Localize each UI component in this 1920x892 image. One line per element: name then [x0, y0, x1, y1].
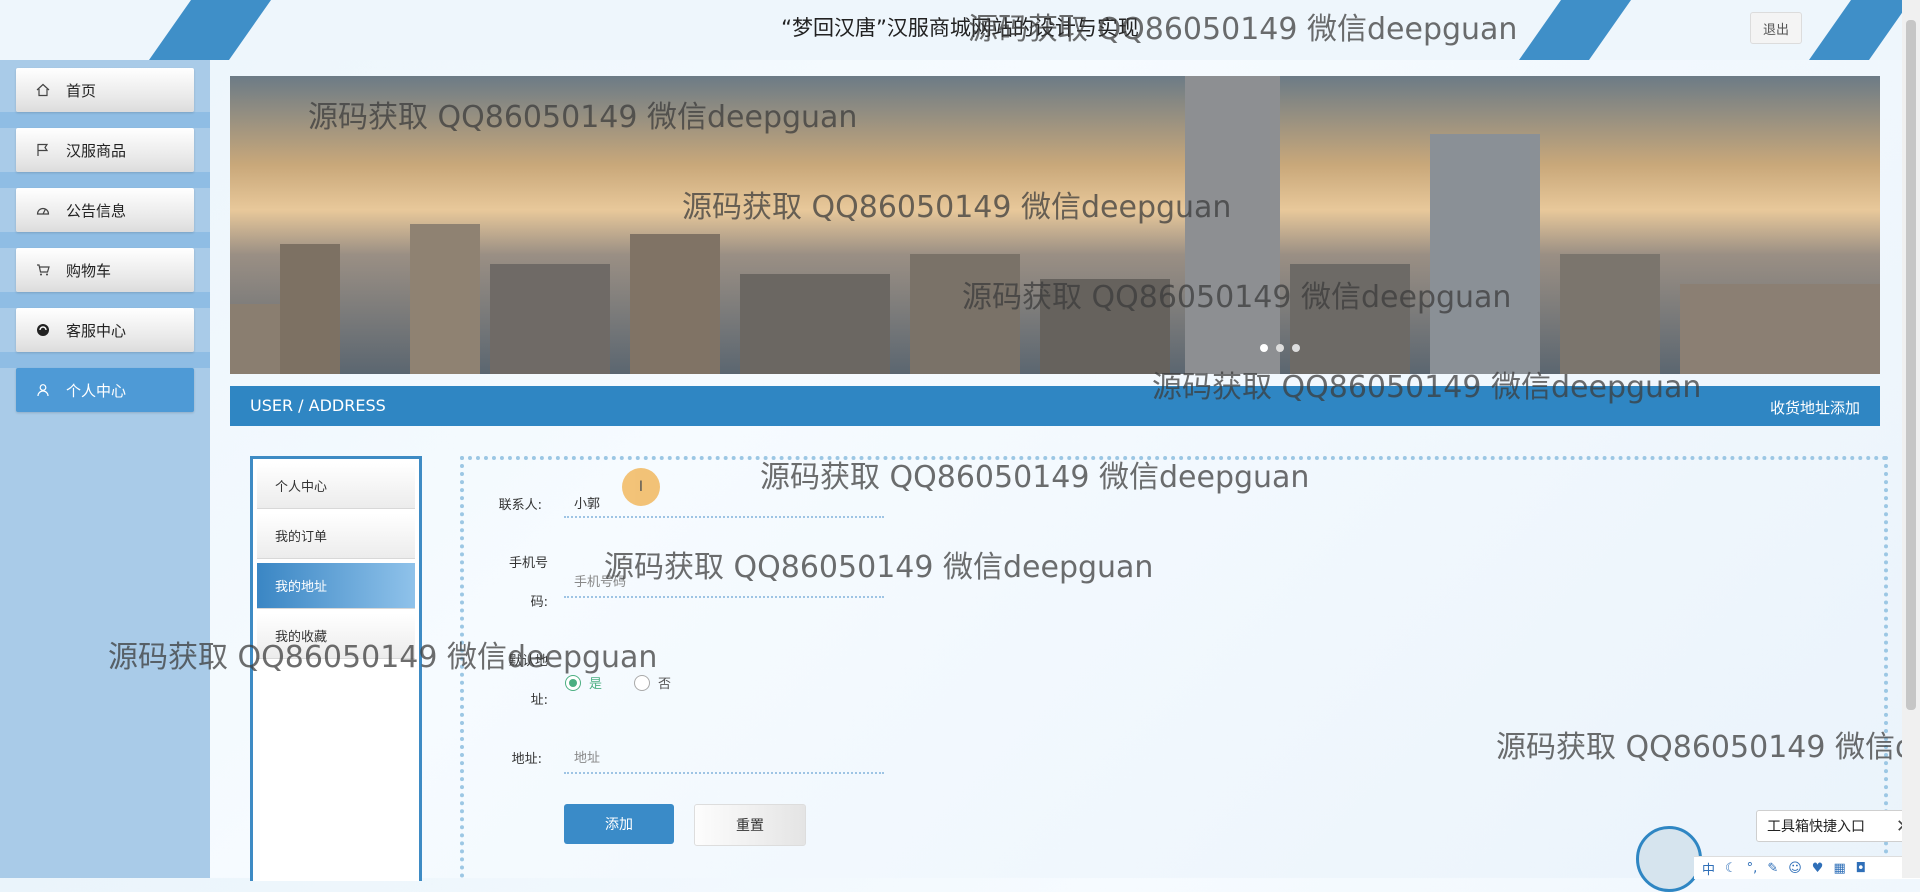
carousel-dot[interactable]	[1292, 344, 1300, 352]
ime-language-indicator[interactable]: 中	[1702, 859, 1715, 878]
banner-building	[1680, 284, 1880, 374]
radio-label: 否	[658, 677, 672, 692]
skin-icon[interactable]: ♥	[1812, 861, 1824, 876]
contact-label: 联系人:	[498, 498, 542, 513]
watermark: 源码获取 QQ86050149 微信deepguan	[1152, 370, 1702, 405]
lock-icon[interactable]: ◘	[1856, 861, 1866, 876]
banner-building	[740, 274, 890, 374]
sidebar-item-label: 公告信息	[66, 201, 127, 220]
service-icon	[34, 321, 52, 339]
default-label-line2: 址:	[530, 693, 548, 708]
toolbox-shortcut[interactable]: 工具箱快捷入口 ✕	[1756, 810, 1918, 842]
logout-button[interactable]: 退出	[1750, 12, 1802, 44]
menu-item-profile[interactable]: 个人中心	[257, 463, 415, 509]
address-form	[460, 456, 1888, 878]
moon-icon[interactable]: ☾	[1725, 861, 1737, 876]
sidebar-item-label: 汉服商品	[66, 141, 127, 160]
watermark: 源码获取 QQ86050149 微信deepguan	[604, 550, 1154, 585]
sidebar-divider	[0, 232, 210, 248]
sidebar-item-label: 购物车	[66, 261, 112, 280]
emoji-icon[interactable]: ☺	[1788, 861, 1802, 876]
banner-building	[630, 234, 720, 374]
address-label: 地址:	[511, 752, 542, 767]
radio-circle	[565, 674, 581, 691]
sidebar-divider	[0, 292, 210, 308]
carousel-indicators[interactable]	[1260, 344, 1300, 352]
reset-button[interactable]: 重置	[694, 804, 806, 846]
banner-building	[280, 244, 340, 374]
punctuation-icon[interactable]: °,	[1747, 861, 1758, 876]
watermark: 源码获取 QQ86050149 微信deepguan	[682, 190, 1232, 225]
wrench-icon[interactable]: ✎	[1767, 861, 1778, 876]
phone-label-line2: 码:	[530, 595, 548, 610]
carousel-dot[interactable]	[1260, 344, 1268, 352]
toolbox-label: 工具箱快捷入口	[1767, 819, 1865, 835]
phone-label: 手机号 码:	[470, 552, 548, 610]
carousel-dot[interactable]	[1276, 344, 1284, 352]
watermark: 源码获取 QQ86050149 微信deepguan	[1496, 730, 1902, 765]
sidebar-item-label: 个人中心	[66, 381, 127, 400]
grid-icon[interactable]: ▦	[1833, 861, 1845, 876]
address-input[interactable]	[564, 744, 884, 774]
text-cursor-indicator: I	[622, 468, 660, 506]
sidebar-item-cart[interactable]: 购物车	[16, 248, 194, 292]
add-button[interactable]: 添加	[564, 804, 674, 844]
scrollbar-thumb[interactable]	[1906, 20, 1916, 710]
sidebar-divider	[0, 352, 210, 368]
sidebar	[0, 60, 210, 878]
assistant-robot-icon[interactable]	[1636, 826, 1702, 892]
page-scrollbar[interactable]	[1902, 0, 1920, 878]
ime-toolbar[interactable]: 中 ☾ °, ✎ ☺ ♥ ▦ ◘	[1694, 856, 1920, 879]
watermark: 源码获取 QQ86050149 微信deepguan	[308, 100, 858, 135]
phone-label-line1: 手机号	[508, 556, 548, 571]
menu-item-address[interactable]: 我的地址	[257, 563, 415, 609]
sidebar-item-products[interactable]: 汉服商品	[16, 128, 194, 172]
watermark: 源码获取 QQ86050149 微信deepguan	[962, 280, 1512, 315]
site-title: “梦回汉唐”汉服商城网站的设计与实现	[781, 16, 1139, 40]
sidebar-item-notices[interactable]: 公告信息	[16, 188, 194, 232]
radio-circle	[634, 674, 650, 691]
sidebar-divider	[0, 112, 210, 128]
sidebar-item-home[interactable]: 首页	[16, 68, 194, 112]
watermark: 源码获取 QQ86050149 微信deepguan	[108, 640, 658, 675]
dashboard-icon	[34, 201, 52, 219]
cart-icon	[34, 261, 52, 279]
banner-tower	[1430, 134, 1540, 374]
menu-item-orders[interactable]: 我的订单	[257, 513, 415, 559]
sidebar-item-label: 首页	[66, 81, 97, 100]
user-icon	[34, 381, 52, 399]
watermark: 源码获取 QQ86050149 微信deepguan	[968, 12, 1518, 47]
watermark: 源码获取 QQ86050149 微信deepguan	[760, 460, 1310, 495]
sidebar-item-label: 客服中心	[66, 321, 127, 340]
breadcrumb: USER / ADDRESS	[250, 396, 386, 415]
sidebar-item-profile[interactable]: 个人中心	[16, 368, 194, 412]
sidebar-item-service[interactable]: 客服中心	[16, 308, 194, 352]
sidebar-divider	[0, 172, 210, 188]
banner-building	[490, 264, 610, 374]
banner-building	[1560, 254, 1660, 374]
section-title: 收货地址添加	[1769, 399, 1860, 417]
flag-icon	[34, 141, 52, 159]
banner-building	[410, 224, 480, 374]
home-icon	[34, 81, 52, 99]
top-header: “梦回汉唐”汉服商城网站的设计与实现	[0, 0, 1920, 60]
